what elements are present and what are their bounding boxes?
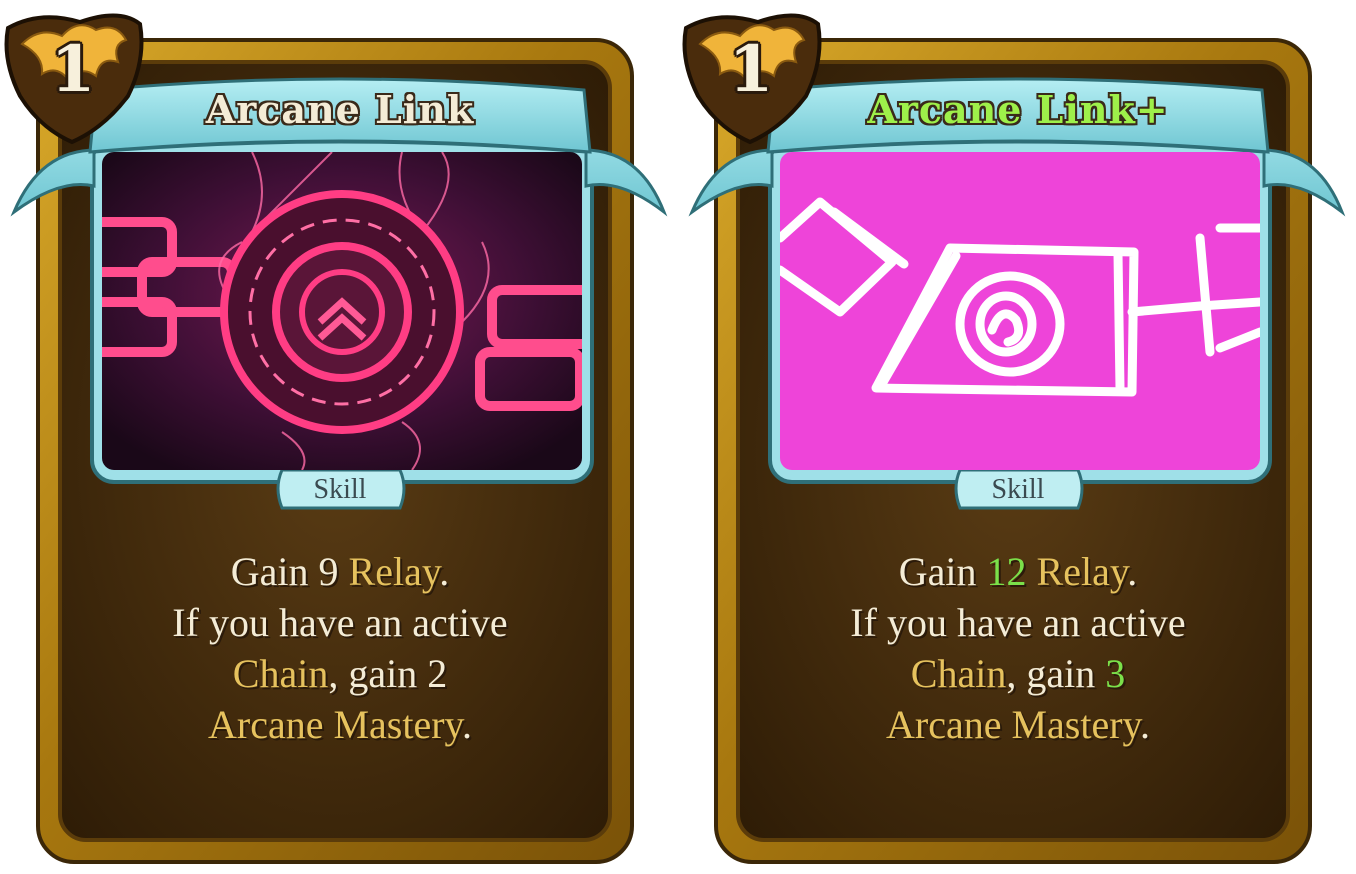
desc-text: Gain xyxy=(230,549,319,594)
desc-line-2: If you have an active xyxy=(850,600,1186,645)
desc-text: . xyxy=(439,549,450,594)
desc-line-3: Chain, gain 2 xyxy=(90,648,590,699)
desc-line-2: If you have an active xyxy=(172,600,508,645)
card-title: Arcane Link xyxy=(205,87,475,132)
card-type-label: Skill xyxy=(313,474,367,505)
keyword-chain: Chain xyxy=(910,651,1007,696)
desc-text: . xyxy=(1139,702,1150,747)
card-description: Gain 12 Relay. If you have an active Cha… xyxy=(768,546,1268,750)
energy-cost: 1 xyxy=(50,32,96,107)
desc-text: , gain xyxy=(1006,651,1106,696)
desc-text: . xyxy=(461,702,472,747)
desc-line-3: Chain, gain 3 xyxy=(768,648,1268,699)
energy-cost: 1 xyxy=(728,32,774,107)
card-arcane-link-plus[interactable]: 1 Arcane Link+ Skill Gain 12 Relay. If y… xyxy=(678,0,1356,874)
desc-text: , gain xyxy=(328,651,428,696)
desc-text: Gain xyxy=(898,549,987,594)
relay-amount: 9 xyxy=(318,549,339,594)
keyword-relay: Relay xyxy=(1036,549,1128,594)
desc-line-4: Arcane Mastery. xyxy=(768,699,1268,750)
card-title: Arcane Link+ xyxy=(867,87,1169,132)
card-arcane-link[interactable]: 1 Arcane Link Skill Gain 9 Relay. If you… xyxy=(0,0,680,874)
desc-line-1: Gain 9 Relay. xyxy=(90,546,590,597)
card-type-label: Skill xyxy=(991,474,1045,505)
desc-line-4: Arcane Mastery. xyxy=(90,699,590,750)
mastery-amount: 3 xyxy=(1105,651,1126,696)
keyword-arcane-mastery: Arcane Mastery xyxy=(208,702,462,747)
card-art-arcane-sigil xyxy=(77,151,597,471)
desc-line-1: Gain 12 Relay. xyxy=(768,546,1268,597)
mastery-amount: 2 xyxy=(427,651,448,696)
relay-amount: 12 xyxy=(986,549,1027,594)
card-description: Gain 9 Relay. If you have an active Chai… xyxy=(90,546,590,750)
card-art-placeholder-sketch xyxy=(775,152,1265,470)
keyword-chain: Chain xyxy=(232,651,329,696)
keyword-relay: Relay xyxy=(348,549,440,594)
keyword-arcane-mastery: Arcane Mastery xyxy=(886,702,1140,747)
desc-text: . xyxy=(1127,549,1138,594)
